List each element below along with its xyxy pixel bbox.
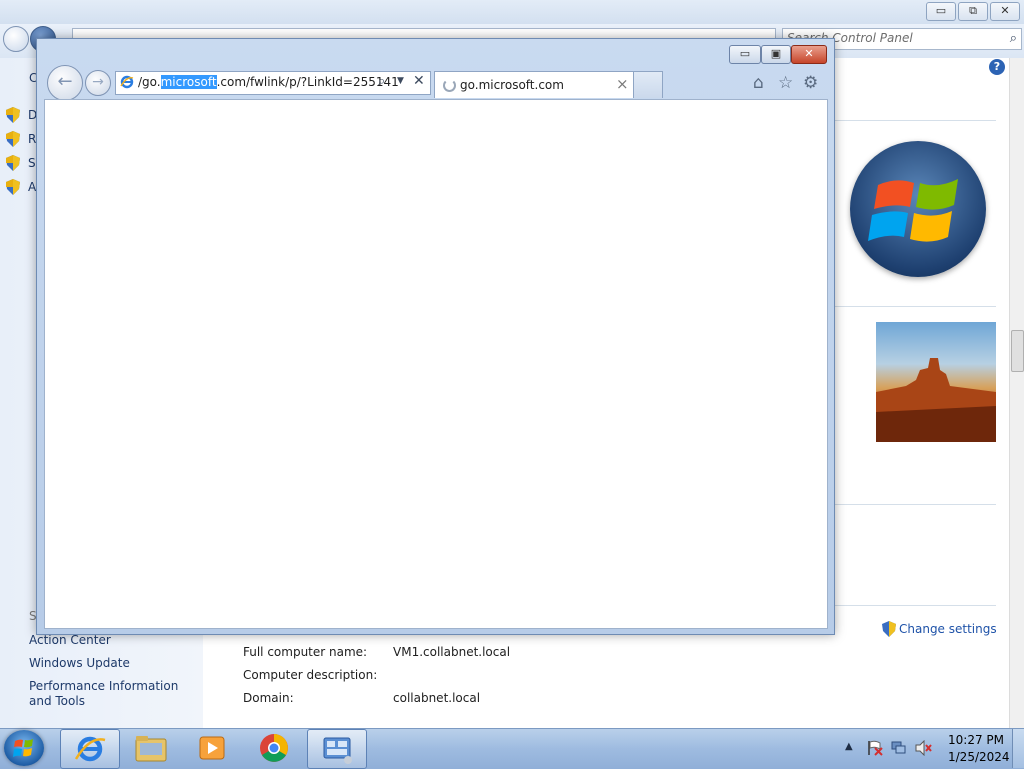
cp-scrollbar[interactable] — [1009, 58, 1024, 728]
favorites-star-icon[interactable]: ☆ — [778, 73, 793, 93]
cp-divider — [835, 306, 996, 307]
ie-tab-title: go.microsoft.com — [460, 78, 564, 92]
cp-divider — [835, 504, 996, 505]
desert-wallpaper-image — [876, 322, 996, 442]
control-panel-icon — [323, 737, 352, 764]
ie-logo-icon — [120, 75, 134, 89]
clock-date[interactable]: 1/25/2024 — [948, 750, 1010, 764]
shield-icon — [6, 179, 20, 195]
domain-label: Domain: — [243, 691, 294, 705]
cp-scrollbar-thumb[interactable] — [1011, 330, 1024, 372]
shield-icon — [6, 107, 20, 123]
ie-new-tab-button[interactable] — [633, 71, 663, 98]
gear-icon[interactable]: ⚙ — [803, 73, 818, 93]
performance-information-link[interactable]: Performance Information and Tools — [29, 679, 199, 709]
cp-divider — [835, 605, 996, 606]
home-icon[interactable]: ⌂ — [753, 73, 764, 93]
change-settings-label: Change settings — [899, 622, 997, 636]
ie-minimize-button[interactable]: ▭ — [729, 45, 761, 64]
volume-muted-icon[interactable] — [914, 740, 932, 756]
domain-value: collabnet.local — [393, 691, 481, 705]
show-desktop-button[interactable] — [1012, 729, 1024, 768]
cp-minimize-button[interactable]: ▭ — [926, 2, 956, 21]
internet-explorer-window: ▭ ▣ ✕ ← → /go.microsoft.com/fwlink/p/?Li… — [36, 38, 835, 635]
shield-icon — [882, 621, 896, 637]
cp-divider — [835, 120, 996, 121]
start-button[interactable] — [4, 730, 44, 766]
clock-time[interactable]: 10:27 PM — [948, 733, 1004, 747]
windows-update-link[interactable]: Windows Update — [29, 656, 130, 670]
shield-icon — [6, 131, 20, 147]
control-panel-titlebar — [0, 0, 1024, 24]
folder-icon — [135, 736, 167, 762]
network-icon[interactable] — [890, 740, 908, 756]
ie-address-input[interactable]: /go.microsoft.com/fwlink/p/?LinkId=25514… — [138, 75, 399, 89]
search-icon[interactable]: ⌕ — [1010, 31, 1017, 46]
search-icon[interactable]: ⌕ — [378, 74, 385, 89]
ie-back-button[interactable]: ← — [47, 65, 83, 101]
change-settings-link[interactable]: Change settings — [882, 621, 997, 637]
show-hidden-icons-button[interactable]: ▲ — [845, 741, 853, 752]
ie-tab[interactable]: go.microsoft.com × — [434, 71, 634, 98]
action-center-flag-icon[interactable] — [866, 740, 884, 756]
help-icon[interactable]: ? — [989, 59, 1005, 75]
cp-task-link-3[interactable]: S — [28, 156, 36, 170]
taskbar-media-player[interactable] — [183, 729, 241, 767]
ie-address-bar[interactable]: /go.microsoft.com/fwlink/p/?LinkId=25514… — [115, 71, 431, 95]
ie-logo-icon — [74, 736, 106, 762]
taskbar-internet-explorer[interactable] — [60, 729, 120, 769]
loading-spinner-icon — [443, 79, 456, 92]
full-computer-name-label: Full computer name: — [243, 645, 368, 659]
ie-maximize-button[interactable]: ▣ — [761, 45, 791, 64]
ie-tab-close-icon[interactable]: × — [616, 75, 629, 93]
cp-close-button[interactable]: ✕ — [990, 2, 1020, 21]
full-computer-name-value: VM1.collabnet.local — [393, 645, 511, 659]
computer-description-label: Computer description: — [243, 668, 378, 682]
taskbar-chrome[interactable] — [245, 729, 303, 767]
windows-logo — [850, 141, 986, 277]
cp-task-link-4[interactable]: A — [28, 180, 36, 194]
taskbar-file-explorer[interactable] — [122, 729, 180, 767]
action-center-link[interactable]: Action Center — [29, 633, 111, 647]
ie-page-content[interactable] — [44, 99, 828, 629]
shield-icon — [6, 155, 20, 171]
taskbar-control-panel[interactable] — [307, 729, 367, 769]
ie-forward-button[interactable]: → — [85, 70, 111, 96]
media-player-icon — [199, 736, 225, 760]
cp-maximize-button[interactable]: ⧉ — [958, 2, 988, 21]
chevron-down-icon[interactable]: ▼ — [397, 76, 404, 86]
ie-address-selection: microsoft — [160, 75, 217, 89]
cp-back-button[interactable] — [3, 26, 29, 52]
stop-icon[interactable]: ✕ — [413, 73, 425, 89]
ie-close-button[interactable]: ✕ — [791, 45, 827, 64]
chrome-icon — [260, 734, 288, 762]
